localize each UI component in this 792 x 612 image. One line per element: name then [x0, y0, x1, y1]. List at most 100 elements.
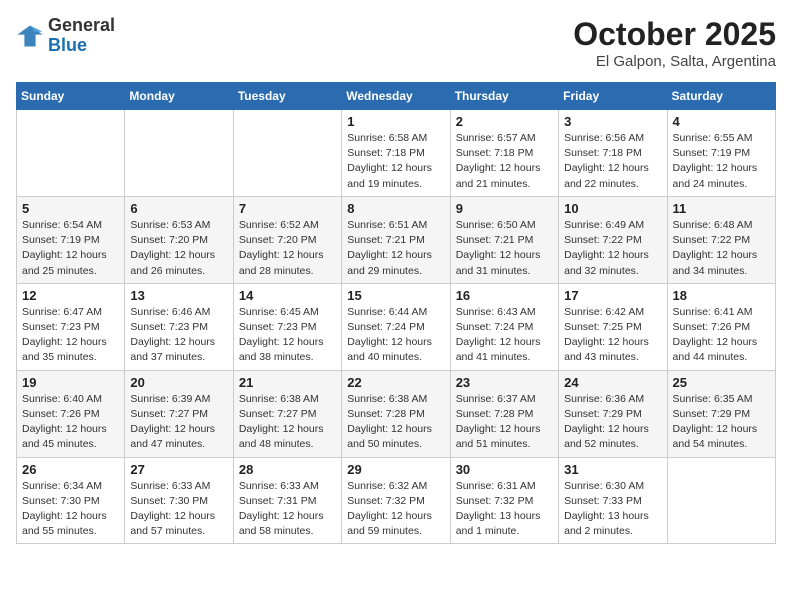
day-info: Sunrise: 6:58 AMSunset: 7:18 PMDaylight:… — [347, 131, 444, 192]
weekday-header-friday: Friday — [559, 83, 667, 110]
day-number: 2 — [456, 114, 553, 129]
calendar-cell — [17, 110, 125, 197]
day-number: 6 — [130, 201, 227, 216]
day-number: 5 — [22, 201, 119, 216]
day-number: 22 — [347, 375, 444, 390]
calendar-cell: 4 Sunrise: 6:55 AMSunset: 7:19 PMDaylight… — [667, 110, 775, 197]
day-info: Sunrise: 6:31 AMSunset: 7:32 PMDaylight:… — [456, 479, 553, 540]
calendar-subtitle: El Galpon, Salta, Argentina — [573, 53, 776, 70]
calendar-cell: 21 Sunrise: 6:38 AMSunset: 7:27 PMDayligh… — [233, 370, 341, 457]
weekday-header-wednesday: Wednesday — [342, 83, 450, 110]
calendar-cell: 1Sunrise: 6:58 AMSunset: 7:18 PMDaylight… — [342, 110, 450, 197]
day-number: 11 — [673, 201, 770, 216]
day-number: 4 — [673, 114, 770, 129]
logo: General Blue — [16, 16, 115, 56]
day-number: 14 — [239, 288, 336, 303]
day-info: Sunrise: 6:56 AMSunset: 7:18 PMDaylight:… — [564, 131, 661, 192]
day-info: Sunrise: 6:36 AMSunset: 7:29 PMDaylight:… — [564, 392, 661, 453]
day-info: Sunrise: 6:49 AMSunset: 7:22 PMDaylight:… — [564, 218, 661, 279]
calendar-cell — [125, 110, 233, 197]
title-block: October 2025 El Galpon, Salta, Argentina — [573, 16, 776, 70]
day-info: Sunrise: 6:57 AMSunset: 7:18 PMDaylight:… — [456, 131, 553, 192]
weekday-header-saturday: Saturday — [667, 83, 775, 110]
day-info: Sunrise: 6:45 AMSunset: 7:23 PMDaylight:… — [239, 305, 336, 366]
day-number: 3 — [564, 114, 661, 129]
calendar-week-4: 19 Sunrise: 6:40 AMSunset: 7:26 PMDayligh… — [17, 370, 776, 457]
calendar-cell: 17 Sunrise: 6:42 AMSunset: 7:25 PMDayligh… — [559, 283, 667, 370]
calendar-cell: 13Sunrise: 6:46 AMSunset: 7:23 PMDayligh… — [125, 283, 233, 370]
day-number: 13 — [130, 288, 227, 303]
day-number: 18 — [673, 288, 770, 303]
weekday-header-monday: Monday — [125, 83, 233, 110]
weekday-header-row: SundayMondayTuesdayWednesdayThursdayFrid… — [17, 83, 776, 110]
page-header: General Blue October 2025 El Galpon, Sal… — [16, 16, 776, 70]
day-number: 8 — [347, 201, 444, 216]
day-info: Sunrise: 6:34 AMSunset: 7:30 PMDaylight:… — [22, 479, 119, 540]
day-info: Sunrise: 6:33 AMSunset: 7:31 PMDaylight:… — [239, 479, 336, 540]
calendar-cell: 8 Sunrise: 6:51 AMSunset: 7:21 PMDaylight… — [342, 196, 450, 283]
day-number: 21 — [239, 375, 336, 390]
day-number: 27 — [130, 462, 227, 477]
weekday-header-sunday: Sunday — [17, 83, 125, 110]
day-info: Sunrise: 6:37 AMSunset: 7:28 PMDaylight:… — [456, 392, 553, 453]
day-number: 25 — [673, 375, 770, 390]
day-number: 12 — [22, 288, 119, 303]
day-info: Sunrise: 6:38 AMSunset: 7:27 PMDaylight:… — [239, 392, 336, 453]
logo-text: General Blue — [48, 16, 115, 56]
day-info: Sunrise: 6:55 AMSunset: 7:19 PMDaylight:… — [673, 131, 770, 192]
calendar-cell: 11 Sunrise: 6:48 AMSunset: 7:22 PMDayligh… — [667, 196, 775, 283]
day-number: 17 — [564, 288, 661, 303]
day-number: 24 — [564, 375, 661, 390]
day-number: 19 — [22, 375, 119, 390]
calendar-cell: 14 Sunrise: 6:45 AMSunset: 7:23 PMDayligh… — [233, 283, 341, 370]
day-info: Sunrise: 6:51 AMSunset: 7:21 PMDaylight:… — [347, 218, 444, 279]
weekday-header-tuesday: Tuesday — [233, 83, 341, 110]
day-info: Sunrise: 6:33 AMSunset: 7:30 PMDaylight:… — [130, 479, 227, 540]
day-info: Sunrise: 6:41 AMSunset: 7:26 PMDaylight:… — [673, 305, 770, 366]
calendar-cell: 28 Sunrise: 6:33 AMSunset: 7:31 PMDayligh… — [233, 457, 341, 544]
day-info: Sunrise: 6:43 AMSunset: 7:24 PMDaylight:… — [456, 305, 553, 366]
calendar-week-5: 26Sunrise: 6:34 AMSunset: 7:30 PMDayligh… — [17, 457, 776, 544]
calendar-title: October 2025 — [573, 16, 776, 53]
day-info: Sunrise: 6:48 AMSunset: 7:22 PMDaylight:… — [673, 218, 770, 279]
day-info: Sunrise: 6:35 AMSunset: 7:29 PMDaylight:… — [673, 392, 770, 453]
day-number: 31 — [564, 462, 661, 477]
calendar-cell: 29Sunrise: 6:32 AMSunset: 7:32 PMDayligh… — [342, 457, 450, 544]
day-number: 29 — [347, 462, 444, 477]
weekday-header-thursday: Thursday — [450, 83, 558, 110]
calendar-cell: 15 Sunrise: 6:44 AMSunset: 7:24 PMDayligh… — [342, 283, 450, 370]
day-number: 20 — [130, 375, 227, 390]
day-number: 7 — [239, 201, 336, 216]
day-info: Sunrise: 6:47 AMSunset: 7:23 PMDaylight:… — [22, 305, 119, 366]
calendar-cell: 20Sunrise: 6:39 AMSunset: 7:27 PMDayligh… — [125, 370, 233, 457]
calendar-cell: 30 Sunrise: 6:31 AMSunset: 7:32 PMDayligh… — [450, 457, 558, 544]
calendar-cell: 16Sunrise: 6:43 AMSunset: 7:24 PMDayligh… — [450, 283, 558, 370]
calendar-cell: 12 Sunrise: 6:47 AMSunset: 7:23 PMDayligh… — [17, 283, 125, 370]
day-number: 15 — [347, 288, 444, 303]
calendar-cell: 31 Sunrise: 6:30 AMSunset: 7:33 PMDayligh… — [559, 457, 667, 544]
calendar-week-3: 12 Sunrise: 6:47 AMSunset: 7:23 PMDayligh… — [17, 283, 776, 370]
logo-general-text: General — [48, 16, 115, 36]
day-info: Sunrise: 6:42 AMSunset: 7:25 PMDaylight:… — [564, 305, 661, 366]
calendar-cell: 22 Sunrise: 6:38 AMSunset: 7:28 PMDayligh… — [342, 370, 450, 457]
calendar-cell: 24 Sunrise: 6:36 AMSunset: 7:29 PMDayligh… — [559, 370, 667, 457]
calendar-cell: 10 Sunrise: 6:49 AMSunset: 7:22 PMDayligh… — [559, 196, 667, 283]
calendar-week-2: 5 Sunrise: 6:54 AMSunset: 7:19 PMDaylight… — [17, 196, 776, 283]
day-number: 9 — [456, 201, 553, 216]
day-info: Sunrise: 6:52 AMSunset: 7:20 PMDaylight:… — [239, 218, 336, 279]
day-info: Sunrise: 6:30 AMSunset: 7:33 PMDaylight:… — [564, 479, 661, 540]
day-number: 28 — [239, 462, 336, 477]
calendar-cell: 26Sunrise: 6:34 AMSunset: 7:30 PMDayligh… — [17, 457, 125, 544]
calendar-cell — [667, 457, 775, 544]
day-info: Sunrise: 6:40 AMSunset: 7:26 PMDaylight:… — [22, 392, 119, 453]
day-info: Sunrise: 6:44 AMSunset: 7:24 PMDaylight:… — [347, 305, 444, 366]
day-info: Sunrise: 6:38 AMSunset: 7:28 PMDaylight:… — [347, 392, 444, 453]
calendar-cell: 7 Sunrise: 6:52 AMSunset: 7:20 PMDaylight… — [233, 196, 341, 283]
day-number: 30 — [456, 462, 553, 477]
calendar-cell: 5 Sunrise: 6:54 AMSunset: 7:19 PMDaylight… — [17, 196, 125, 283]
calendar-cell: 23 Sunrise: 6:37 AMSunset: 7:28 PMDayligh… — [450, 370, 558, 457]
day-number: 23 — [456, 375, 553, 390]
calendar-table: SundayMondayTuesdayWednesdayThursdayFrid… — [16, 82, 776, 544]
day-number: 10 — [564, 201, 661, 216]
day-info: Sunrise: 6:54 AMSunset: 7:19 PMDaylight:… — [22, 218, 119, 279]
